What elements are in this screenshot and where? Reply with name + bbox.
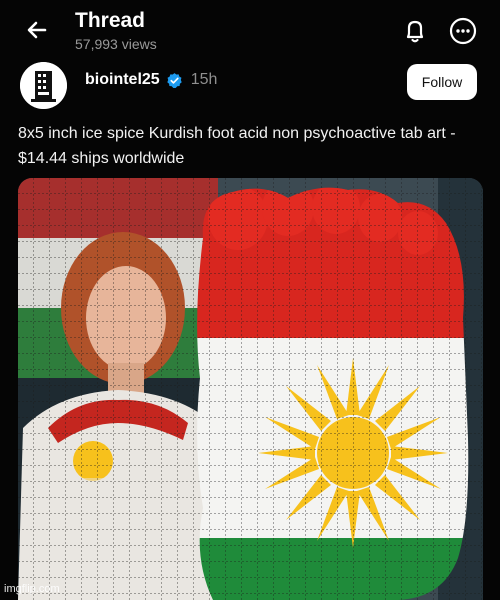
thread-header: Thread 57,993 views (0, 0, 500, 56)
bell-icon (406, 20, 424, 43)
post-timestamp: 15h (190, 71, 218, 88)
imgflip-watermark: imgflip.com (4, 583, 60, 595)
arrow-left-icon (27, 21, 47, 39)
back-button[interactable] (20, 13, 54, 47)
view-count: 57,993 views (75, 36, 157, 52)
username[interactable]: biointel25 (85, 71, 160, 89)
left-edge (0, 178, 18, 600)
follow-button[interactable]: Follow (407, 64, 477, 100)
page-title: Thread (75, 9, 146, 32)
more-options-button[interactable] (448, 16, 478, 46)
post-image-artwork (18, 178, 483, 600)
post-author-row: biointel25 15h (85, 71, 217, 89)
notifications-button[interactable] (400, 16, 430, 46)
post-text: 8x5 inch ice spice Kurdish foot acid non… (18, 125, 456, 167)
verified-badge-icon (166, 72, 182, 88)
more-horizontal-icon (449, 17, 477, 45)
avatar-logo-icon (20, 62, 67, 109)
post-image[interactable] (18, 178, 483, 600)
avatar[interactable] (20, 62, 67, 109)
